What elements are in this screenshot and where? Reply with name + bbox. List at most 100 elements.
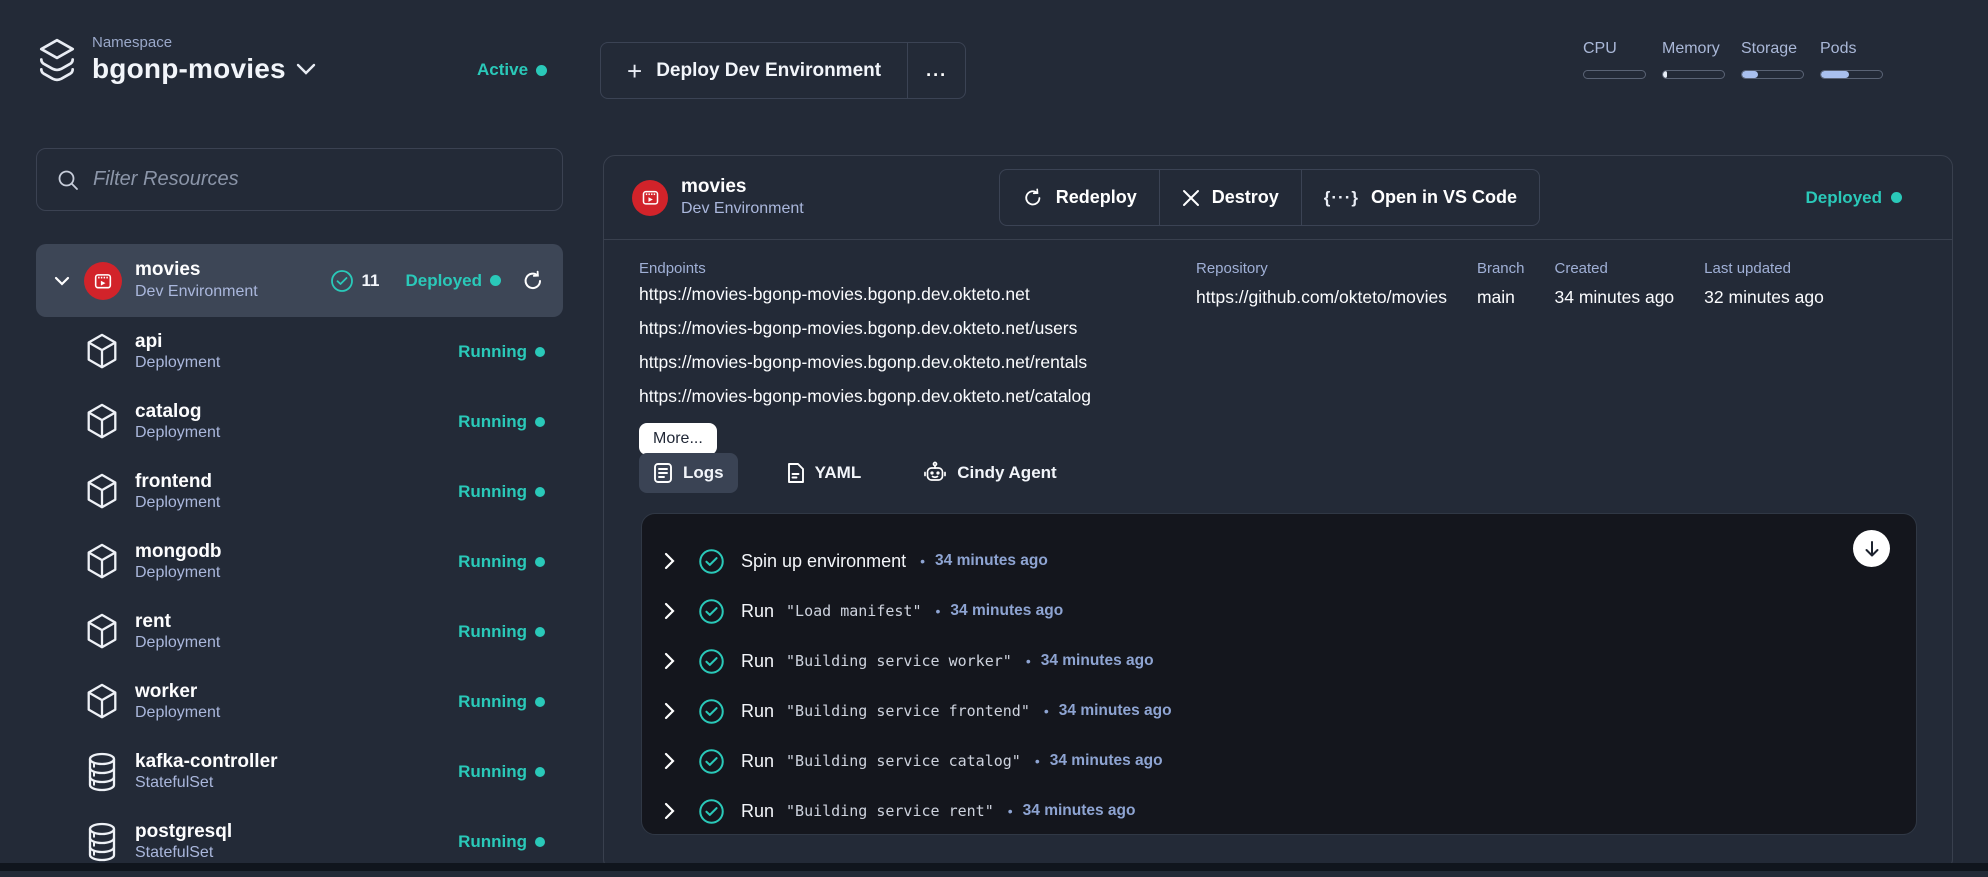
open-in-vscode-label: Open in VS Code xyxy=(1371,187,1517,208)
deploy-dev-environment-button[interactable]: + Deploy Dev Environment xyxy=(601,43,907,98)
resource-kind: StatefulSet xyxy=(135,773,458,793)
deploy-button-group: + Deploy Dev Environment ... xyxy=(600,42,966,99)
filter-resources-input[interactable] xyxy=(93,168,542,191)
tab-yaml[interactable]: YAML xyxy=(772,453,876,493)
last-updated-label: Last updated xyxy=(1704,260,1824,277)
resource-status-badge: Running xyxy=(458,342,545,362)
layers-logo-icon xyxy=(36,37,78,83)
refresh-icon[interactable] xyxy=(521,269,545,293)
cpu-meter: CPU xyxy=(1583,40,1647,79)
resource-status-badge: Running xyxy=(458,762,545,782)
running-status-dot xyxy=(535,557,545,567)
endpoint-link[interactable]: https://movies-bgonp-movies.bgonp.dev.ok… xyxy=(639,277,1091,311)
plus-icon: + xyxy=(627,58,642,84)
bullet-separator: • xyxy=(936,603,941,619)
deploy-button-label: Deploy Dev Environment xyxy=(656,60,881,82)
redeploy-icon xyxy=(1022,187,1044,209)
log-row-build-frontend[interactable]: Run "Building service frontend" • 34 min… xyxy=(664,686,1916,736)
pods-meter: Pods xyxy=(1820,40,1884,79)
sidebar-item-movies-environment[interactable]: movies Dev Environment 11 Deployed xyxy=(36,244,563,317)
log-title: Run xyxy=(741,751,774,772)
memory-meter: Memory xyxy=(1662,40,1726,79)
sidebar-item-catalog[interactable]: catalog Deployment Running xyxy=(36,387,563,457)
chevron-down-icon xyxy=(296,63,316,75)
created-label: Created xyxy=(1555,260,1675,277)
check-circle-icon xyxy=(698,598,725,625)
active-status-dot xyxy=(536,65,547,76)
window-bottom-edge xyxy=(0,863,1988,871)
log-row-build-worker[interactable]: Run "Building service worker" • 34 minut… xyxy=(664,636,1916,686)
check-circle-icon xyxy=(330,269,354,293)
resource-kind: Deployment xyxy=(135,423,458,443)
deployed-status-dot xyxy=(490,275,501,286)
sidebar-item-rent[interactable]: rent Deployment Running xyxy=(36,597,563,667)
sidebar-item-frontend[interactable]: frontend Deployment Running xyxy=(36,457,563,527)
bullet-separator: • xyxy=(1026,653,1031,669)
close-x-icon xyxy=(1182,189,1200,207)
log-time: 34 minutes ago xyxy=(1023,802,1136,820)
log-row-spin-up[interactable]: Spin up environment • 34 minutes ago xyxy=(664,536,1916,586)
check-circle-icon xyxy=(698,698,725,725)
endpoints-section: Endpoints https://movies-bgonp-movies.bg… xyxy=(639,260,1091,455)
namespace-label: Namespace xyxy=(92,34,316,51)
resource-status-label: Running xyxy=(458,622,527,642)
log-time: 34 minutes ago xyxy=(1050,752,1163,770)
sidebar-item-worker[interactable]: worker Deployment Running xyxy=(36,667,563,737)
meta-repository: Repository https://github.com/okteto/mov… xyxy=(1196,260,1447,308)
chevron-right-icon xyxy=(664,652,698,670)
cube-icon xyxy=(82,541,122,583)
detail-status-badge: Deployed xyxy=(1805,188,1924,208)
deploy-more-menu-button[interactable]: ... xyxy=(907,43,965,98)
branch-value: main xyxy=(1477,287,1525,308)
log-row-load-manifest[interactable]: Run "Load manifest" • 34 minutes ago xyxy=(664,586,1916,636)
running-status-dot xyxy=(535,837,545,847)
resource-kind: Deployment xyxy=(135,353,458,373)
sidebar-item-api[interactable]: api Deployment Running xyxy=(36,317,563,387)
meta-last-updated: Last updated 32 minutes ago xyxy=(1704,260,1824,308)
endpoint-link[interactable]: https://movies-bgonp-movies.bgonp.dev.ok… xyxy=(639,311,1091,345)
endpoint-link[interactable]: https://movies-bgonp-movies.bgonp.dev.ok… xyxy=(639,345,1091,379)
sidebar-item-mongodb[interactable]: mongodb Deployment Running xyxy=(36,527,563,597)
check-circle-icon xyxy=(698,798,725,825)
resource-status-badge: Running xyxy=(458,622,545,642)
log-time: 34 minutes ago xyxy=(1059,702,1172,720)
resource-status-label: Running xyxy=(458,482,527,502)
more-endpoints-button[interactable]: More... xyxy=(639,423,717,455)
resource-status-label: Running xyxy=(458,412,527,432)
code-braces-icon: {···} xyxy=(1324,188,1359,208)
redeploy-button[interactable]: Redeploy xyxy=(1000,170,1159,225)
destroy-button[interactable]: Destroy xyxy=(1159,170,1301,225)
tab-cindy-agent[interactable]: Cindy Agent xyxy=(909,452,1070,494)
open-in-vscode-button[interactable]: {···} Open in VS Code xyxy=(1301,170,1539,225)
tab-logs[interactable]: Logs xyxy=(639,453,738,493)
chevron-right-icon xyxy=(664,552,698,570)
tab-logs-label: Logs xyxy=(683,463,724,483)
resource-name: frontend xyxy=(135,471,458,494)
log-row-build-rent[interactable]: Run "Building service rent" • 34 minutes… xyxy=(664,786,1916,836)
repository-value[interactable]: https://github.com/okteto/movies xyxy=(1196,287,1447,308)
check-circle-icon xyxy=(698,648,725,675)
log-time: 34 minutes ago xyxy=(935,552,1048,570)
ellipsis-icon: ... xyxy=(926,60,947,81)
running-status-dot xyxy=(535,627,545,637)
scroll-to-bottom-button[interactable] xyxy=(1853,530,1890,567)
chevron-down-icon xyxy=(54,276,70,286)
storage-meter: Storage xyxy=(1741,40,1805,79)
resource-kind: Deployment xyxy=(135,633,458,653)
endpoint-link[interactable]: https://movies-bgonp-movies.bgonp.dev.ok… xyxy=(639,379,1091,413)
detail-tabs: Logs YAML Cindy Agent xyxy=(639,452,1071,494)
log-time: 34 minutes ago xyxy=(1041,652,1154,670)
sidebar-item-kafka-controller[interactable]: kafka-controller StatefulSet Running xyxy=(36,737,563,807)
memory-meter-track xyxy=(1662,70,1725,79)
movies-app-icon xyxy=(84,262,122,300)
running-status-dot xyxy=(535,697,545,707)
check-count-value: 11 xyxy=(361,271,379,291)
namespace-status-badge: Active xyxy=(477,60,547,80)
environment-actions: Redeploy Destroy {···} Open in VS Code xyxy=(999,169,1540,226)
resource-status-label: Running xyxy=(458,552,527,572)
resource-name: api xyxy=(135,331,458,354)
resource-status-badge: Running xyxy=(458,552,545,572)
namespace-selector[interactable]: bgonp-movies xyxy=(92,53,316,85)
log-row-build-catalog[interactable]: Run "Building service catalog" • 34 minu… xyxy=(664,736,1916,786)
file-icon xyxy=(786,462,805,484)
